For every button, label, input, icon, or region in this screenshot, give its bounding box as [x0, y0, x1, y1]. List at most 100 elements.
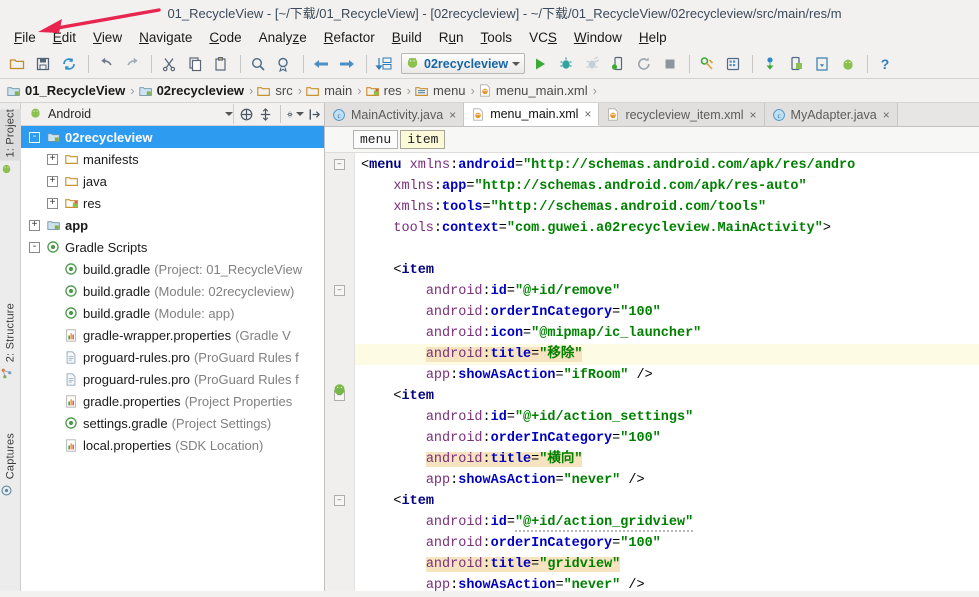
menu-item-tools[interactable]: Tools [473, 29, 522, 46]
editor-tab-mainactivity-java[interactable]: c MainActivity.java × [325, 103, 465, 126]
tree-node-build-gradle[interactable]: build.gradle (Module: 02recycleview) [21, 280, 324, 302]
code-line[interactable]: android:id="@+id/action_settings" [355, 407, 979, 428]
menu-item-refactor[interactable]: Refactor [316, 29, 384, 46]
tree-node-proguard-rules-pro[interactable]: proguard-rules.pro (ProGuard Rules f [21, 368, 324, 390]
stop-icon[interactable] [658, 52, 682, 76]
expand-all-icon[interactable] [256, 105, 274, 123]
expand-toggle-icon[interactable]: + [47, 175, 58, 187]
collapse-toggle-icon[interactable]: - [29, 131, 40, 143]
close-icon[interactable]: × [882, 108, 890, 122]
code-line[interactable]: android:id="@+id/remove" [355, 281, 979, 302]
close-icon[interactable]: × [583, 107, 591, 121]
sync-gradle-icon[interactable] [758, 52, 782, 76]
tree-node-app[interactable]: + app [21, 214, 324, 236]
code-line[interactable]: tools:context="com.guwei.a02recycleview.… [355, 218, 979, 239]
settings-gear-icon[interactable] [286, 105, 304, 123]
breadcrumb-item-res[interactable]: res [363, 83, 406, 98]
tree-node-manifests[interactable]: + manifests [21, 148, 324, 170]
tree-node-gradle-scripts[interactable]: - Gradle Scripts [21, 236, 324, 258]
menu-item-run[interactable]: Run [431, 29, 473, 46]
copy-icon[interactable] [183, 52, 207, 76]
breadcrumb-item-src[interactable]: src [254, 83, 296, 98]
code-line[interactable]: app:showAsAction="never" /> [355, 575, 979, 591]
tree-node-settings-gradle[interactable]: settings.gradle (Project Settings) [21, 412, 324, 434]
run-icon[interactable] [528, 52, 552, 76]
chevron-down-icon[interactable] [512, 61, 521, 66]
sdk-manager-icon[interactable] [695, 52, 719, 76]
code-line[interactable]: android:id="@+id/action_gridview" [355, 512, 979, 533]
code-line[interactable] [355, 239, 979, 260]
editor-tab-menu-main-xml[interactable]: menu_main.xml × [464, 103, 600, 126]
undo-icon[interactable] [94, 52, 118, 76]
menu-item-navigate[interactable]: Navigate [131, 29, 201, 46]
code-line[interactable]: <item [355, 386, 979, 407]
help-icon[interactable]: ? [873, 52, 897, 76]
menu-item-vcs[interactable]: VCS [521, 29, 566, 46]
fold-marker[interactable]: – [334, 285, 345, 296]
run-configuration-selector[interactable]: 02recycleview [401, 53, 526, 74]
project-tree[interactable]: - 02recycleview + manifests + java + res + app - Gr… [21, 126, 324, 591]
menu-item-window[interactable]: Window [566, 29, 631, 46]
breadcrumb-item-01-recycleview[interactable]: 01_RecycleView [4, 83, 129, 98]
xml-breadcrumb-item[interactable]: item [400, 130, 446, 149]
close-icon[interactable]: × [749, 108, 757, 122]
layout-inspector-icon[interactable] [810, 52, 834, 76]
tree-node-build-gradle[interactable]: build.gradle (Project: 01_RecycleView [21, 258, 324, 280]
avd-manager-icon[interactable] [721, 52, 745, 76]
cut-icon[interactable] [157, 52, 181, 76]
code-editor-content[interactable]: <menu xmlns:android="http://schemas.andr… [355, 153, 979, 591]
menu-item-build[interactable]: Build [384, 29, 431, 46]
code-line[interactable]: android:title="移除" [355, 344, 979, 365]
coverage-icon[interactable] [580, 52, 604, 76]
find-icon[interactable] [246, 52, 270, 76]
rerun-icon[interactable] [632, 52, 656, 76]
breadcrumb-item-02recycleview[interactable]: 02recycleview [136, 83, 248, 98]
code-line[interactable]: xmlns:tools="http://schemas.android.com/… [355, 197, 979, 218]
code-line[interactable]: android:icon="@mipmap/ic_launcher" [355, 323, 979, 344]
attach-debugger-icon[interactable] [606, 52, 630, 76]
android-icon[interactable] [836, 52, 860, 76]
chevron-down-icon[interactable] [225, 112, 233, 116]
close-icon[interactable]: × [448, 108, 456, 122]
paste-icon[interactable] [209, 52, 233, 76]
code-line[interactable]: app:showAsAction="ifRoom" /> [355, 365, 979, 386]
tree-node-build-gradle[interactable]: build.gradle (Module: app) [21, 302, 324, 324]
project-view-selector[interactable]: Android [24, 104, 234, 124]
menu-item-edit[interactable]: Edit [45, 29, 85, 46]
code-line[interactable]: <item [355, 260, 979, 281]
tool-window-button-2--structure[interactable]: 2: Structure [0, 303, 21, 385]
redo-icon[interactable] [120, 52, 144, 76]
code-line[interactable]: android:orderInCategory="100" [355, 428, 979, 449]
menu-item-code[interactable]: Code [201, 29, 250, 46]
collapse-toggle-icon[interactable]: - [29, 241, 40, 253]
xml-breadcrumb-menu[interactable]: menu [353, 130, 399, 149]
code-line[interactable]: <item [355, 491, 979, 512]
code-line[interactable]: android:orderInCategory="100" [355, 533, 979, 554]
tool-window-button-1--project[interactable]: 1: Project [0, 109, 21, 180]
code-line[interactable]: android:title="横向" [355, 449, 979, 470]
tree-node-gradle-properties[interactable]: gradle.properties (Project Properties [21, 390, 324, 412]
fold-marker[interactable]: – [334, 159, 345, 170]
device-explorer-icon[interactable] [784, 52, 808, 76]
breadcrumb-item-menu[interactable]: menu [412, 83, 470, 98]
editor-tab-recycleview-item-xml[interactable]: recycleview_item.xml × [599, 103, 765, 126]
tree-node-proguard-rules-pro[interactable]: proguard-rules.pro (ProGuard Rules f [21, 346, 324, 368]
fold-marker[interactable]: – [334, 495, 345, 506]
breadcrumb-item-main[interactable]: main [303, 83, 356, 98]
code-line[interactable]: android:orderInCategory="100" [355, 302, 979, 323]
collapse-all-icon[interactable] [237, 105, 255, 123]
editor-gutter[interactable]: – – – – [325, 153, 355, 591]
expand-toggle-icon[interactable]: + [47, 197, 58, 209]
tree-node-gradle-wrapper-properties[interactable]: gradle-wrapper.properties (Gradle V [21, 324, 324, 346]
editor-tab-myadapter-java[interactable]: c MyAdapter.java × [764, 103, 898, 126]
breadcrumb-item-menu-main-xml[interactable]: menu_main.xml [476, 83, 592, 98]
hide-panel-icon[interactable] [305, 105, 323, 123]
code-line[interactable]: <menu xmlns:android="http://schemas.andr… [355, 155, 979, 176]
tool-window-button-captures[interactable]: Captures [0, 433, 21, 502]
code-line[interactable]: xmlns:app="http://schemas.android.com/ap… [355, 176, 979, 197]
forward-icon[interactable] [335, 52, 359, 76]
sync-refresh-icon[interactable] [57, 52, 81, 76]
open-folder-icon[interactable] [5, 52, 29, 76]
menu-item-view[interactable]: View [85, 29, 131, 46]
menu-item-help[interactable]: Help [631, 29, 676, 46]
